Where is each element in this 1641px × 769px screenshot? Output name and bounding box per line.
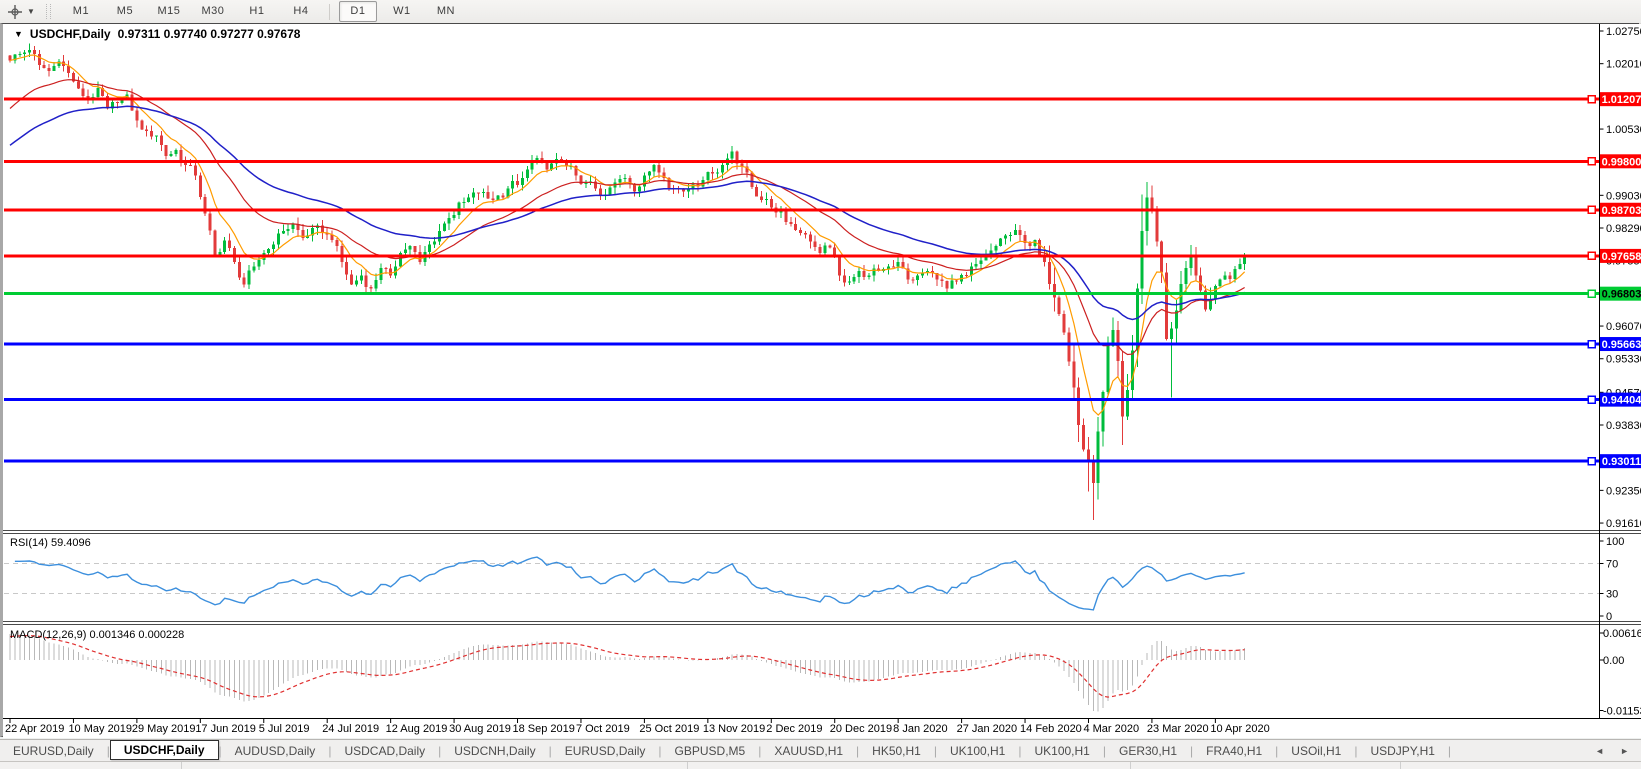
svg-text:0.96070: 0.96070 [1606,321,1641,333]
chart-tab-uk100-h1[interactable]: UK100,H1 [1021,741,1102,761]
svg-text:0.97658: 0.97658 [1602,251,1641,263]
svg-text:24 Jul 2019: 24 Jul 2019 [322,723,379,735]
timeframe-button-m5[interactable]: M5 [106,1,144,22]
svg-text:22 Apr 2019: 22 Apr 2019 [5,723,64,735]
toolbar-separator [328,3,330,20]
svg-text:10 May 2019: 10 May 2019 [68,723,132,735]
svg-text:7 Oct 2019: 7 Oct 2019 [576,723,630,735]
chart-tab-eurusd-daily[interactable]: EURUSD,Daily [0,741,107,761]
svg-text:1.01207: 1.01207 [1602,94,1641,106]
tab-divider: | [1447,743,1452,758]
chart-tab-usdcad-daily[interactable]: USDCAD,Daily [331,741,438,761]
cursor-tool-button[interactable]: ▼ [0,0,42,23]
svg-text:2 Dec 2019: 2 Dec 2019 [766,723,822,735]
price-line-handle[interactable] [1587,157,1596,166]
chevron-down-icon[interactable]: ▼ [27,7,35,16]
timeframe-button-m1[interactable]: M1 [62,1,100,22]
svg-text:0.95330: 0.95330 [1606,354,1641,366]
svg-text:4 Mar 2020: 4 Mar 2020 [1083,723,1139,735]
chart-window[interactable]: 1.027501.020101.005300.990300.982900.975… [0,23,1641,738]
price-line-handle[interactable] [1587,395,1596,404]
svg-text:0.96803: 0.96803 [1602,289,1641,301]
svg-text:30 Aug 2019: 30 Aug 2019 [449,723,511,735]
timeframe-button-m15[interactable]: M15 [150,1,188,22]
svg-text:18 Sep 2019: 18 Sep 2019 [513,723,575,735]
price-line-handle[interactable] [1587,94,1596,104]
svg-text:0: 0 [1606,611,1612,623]
timeframe-button-h4[interactable]: H4 [282,1,320,22]
toolbar-grip-handle[interactable] [45,4,51,19]
chart-tab-bar: EURUSD,Daily | USDCHF,Daily | AUDUSD,Daily | U… [0,739,1641,762]
chart-title: ▼ USDCHF,Daily 0.97311 0.97740 0.97277 0… [14,27,300,41]
timeframe-toolbar: ▼ M1 M5 M15 M30 H1 H4 D1 W1 MN [0,0,1641,24]
svg-text:0.00: 0.00 [1603,655,1624,667]
chart-tab-usoil-h1[interactable]: USOil,H1 [1278,741,1354,761]
chart-tab-usdcnh-daily[interactable]: USDCNH,Daily [441,741,548,761]
chart-tab-eurusd-daily[interactable]: EURUSD,Daily [552,741,659,761]
svg-text:0.93830: 0.93830 [1606,420,1641,432]
chart-symbol-label: USDCHF,Daily [29,27,111,41]
svg-text:8 Jan 2020: 8 Jan 2020 [893,723,947,735]
svg-text:0.99030: 0.99030 [1606,190,1641,202]
rsi-indicator-label: RSI(14) 59.4096 [10,537,91,549]
chart-tab-usdjpy-h1[interactable]: USDJPY,H1 [1357,741,1447,761]
chart-tab-ger30-h1[interactable]: GER30,H1 [1106,741,1190,761]
svg-text:27 Jan 2020: 27 Jan 2020 [957,723,1018,735]
macd-indicator-label: MACD(12,26,9) 0.001346 0.000228 [10,629,185,641]
svg-text:30: 30 [1606,589,1618,601]
svg-text:23 Mar 2020: 23 Mar 2020 [1147,723,1209,735]
svg-text:10 Apr 2020: 10 Apr 2020 [1210,723,1269,735]
title-dropdown-arrow-icon[interactable]: ▼ [14,29,23,39]
svg-text:20 Dec 2019: 20 Dec 2019 [830,723,892,735]
timeframe-button-d1[interactable]: D1 [338,1,377,22]
timeframe-button-h1[interactable]: H1 [238,1,276,22]
svg-text:17 Jun 2019: 17 Jun 2019 [195,723,256,735]
price-line-handle[interactable] [1587,251,1596,261]
chart-tab-audusd-daily[interactable]: AUDUSD,Daily [222,741,329,761]
tab-scroll-left-icon[interactable]: ◄ [1595,746,1604,756]
svg-text:14 Feb 2020: 14 Feb 2020 [1020,723,1082,735]
chart-tab-usdchf-daily[interactable]: USDCHF,Daily [109,739,219,760]
svg-text:-0.011531: -0.011531 [1603,706,1641,718]
svg-text:0.92350: 0.92350 [1606,485,1641,497]
svg-text:12 Aug 2019: 12 Aug 2019 [386,723,448,735]
svg-text:5 Jul 2019: 5 Jul 2019 [259,723,310,735]
svg-text:1.02010: 1.02010 [1606,59,1641,71]
chart-ohlc-values: 0.97311 0.97740 0.97277 0.97678 [117,27,301,41]
svg-text:0.91610: 0.91610 [1606,518,1641,530]
timeframe-button-mn[interactable]: MN [427,1,465,22]
svg-text:1.02750: 1.02750 [1606,26,1641,38]
timeframe-button-w1[interactable]: W1 [383,1,421,22]
svg-text:0.95663: 0.95663 [1602,339,1641,351]
svg-text:70: 70 [1606,559,1618,571]
price-line-handle[interactable] [1587,289,1596,298]
chart-tab-gbpusd-m5[interactable]: GBPUSD,M5 [662,741,759,761]
chart-tab-xauusd-h1[interactable]: XAUUSD,H1 [761,741,856,761]
svg-text:0.006167: 0.006167 [1603,628,1641,640]
svg-text:0.98290: 0.98290 [1606,223,1641,235]
svg-text:29 May 2019: 29 May 2019 [132,723,196,735]
svg-text:0.99800: 0.99800 [1602,156,1641,168]
tab-scroll-right-icon[interactable]: ► [1620,746,1629,756]
chart-tab-uk100-h1[interactable]: UK100,H1 [937,741,1018,761]
svg-text:0.94404: 0.94404 [1602,395,1641,407]
price-line-handle[interactable] [1587,339,1596,349]
svg-text:100: 100 [1606,536,1624,548]
price-line-handle[interactable] [1587,205,1596,215]
svg-text:13 Nov 2019: 13 Nov 2019 [703,723,765,735]
svg-text:1.00530: 1.00530 [1606,124,1641,136]
chart-tab-hk50-h1[interactable]: HK50,H1 [859,741,934,761]
price-line-handle[interactable] [1587,456,1596,466]
price-chart-canvas[interactable]: 1.027501.020101.005300.990300.982900.975… [3,24,1641,738]
svg-text:25 Oct 2019: 25 Oct 2019 [639,723,699,735]
svg-text:0.98703: 0.98703 [1602,205,1641,217]
chart-tab-fra40-h1[interactable]: FRA40,H1 [1193,741,1275,761]
svg-text:0.93011: 0.93011 [1602,456,1641,468]
timeframe-button-m30[interactable]: M30 [194,1,232,22]
crosshair-icon [8,4,22,19]
status-strip [0,762,1641,769]
